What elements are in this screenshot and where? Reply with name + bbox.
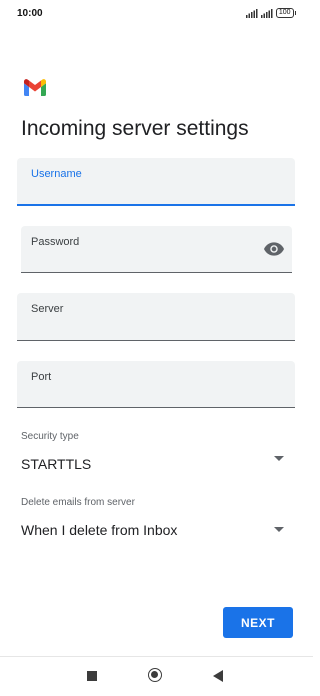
port-input[interactable] [31,385,281,401]
server-input[interactable] [31,318,281,334]
password-input[interactable] [31,250,252,266]
username-input[interactable] [31,182,281,198]
circle-icon[interactable] [148,668,162,682]
chevron-down-icon-2 [274,527,284,532]
password-label: Password [31,236,80,248]
status-time: 10:00 [17,8,43,19]
square-icon[interactable] [87,671,97,681]
next-button[interactable]: NEXT [223,607,293,638]
gmail-logo-icon [24,79,46,96]
username-label: Username [31,168,82,180]
delete-emails-label: Delete emails from server [21,497,135,508]
battery-icon: 100 [275,8,296,18]
eye-icon[interactable] [264,241,284,257]
signal-icon [245,8,258,18]
password-field[interactable]: Password [21,226,292,273]
delete-emails-value: When I delete from Inbox [21,522,178,538]
page-title: Incoming server settings [21,117,249,140]
delete-emails-select[interactable]: When I delete from Inbox [17,516,295,546]
status-icons: 100 [245,8,296,18]
chevron-down-icon [274,456,284,461]
signal-icon-2 [260,8,273,18]
security-type-label: Security type [21,431,79,442]
status-bar: 10:00 100 [0,0,313,30]
security-type-select[interactable]: STARTTLS [17,450,295,480]
battery-level: 100 [275,8,294,18]
security-type-value: STARTTLS [21,456,92,472]
navigation-bar [0,656,313,696]
back-triangle-icon[interactable] [213,670,223,682]
server-field[interactable]: Server [17,293,295,341]
port-field[interactable]: Port [17,361,295,408]
port-label: Port [31,371,52,383]
username-field[interactable]: Username [17,158,295,206]
server-label: Server [31,303,64,315]
